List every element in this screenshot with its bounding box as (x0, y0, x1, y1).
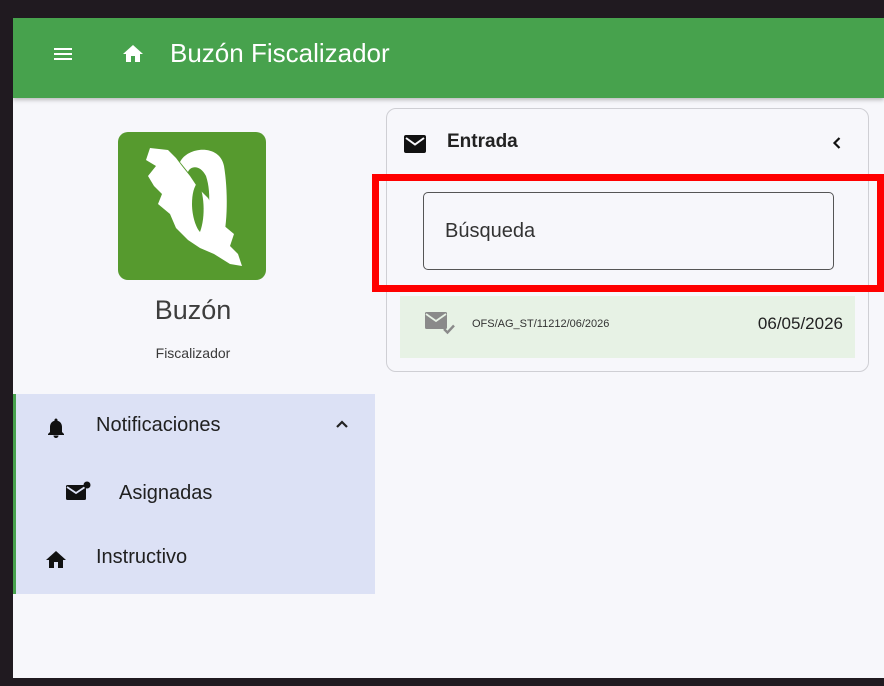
search-input[interactable] (423, 192, 834, 270)
app-window: Buzón Fiscalizador Buzón Fiscalizador No… (13, 18, 884, 678)
brand-name: Buzón (154, 295, 232, 325)
bell-icon (44, 416, 68, 440)
app-bar: Buzón Fiscalizador (13, 18, 884, 98)
inbox-panel: Entrada OFS/AG_ST/11212/06/2026 06/05/20… (372, 108, 884, 372)
sidebar-item-notificaciones[interactable]: Notificaciones (16, 394, 375, 454)
message-date: 06/05/2026 (757, 314, 843, 333)
app-title: Buzón Fiscalizador (170, 38, 390, 68)
chevron-up-icon[interactable] (330, 412, 354, 436)
sidebar-item-label: Instructivo (96, 546, 188, 568)
brand-logo (118, 132, 266, 280)
mail-check-icon (424, 309, 456, 337)
menu-icon[interactable] (51, 42, 75, 66)
panel-title: Entrada (447, 131, 518, 152)
mail-badge-icon (64, 480, 92, 504)
home-icon[interactable] (121, 42, 145, 66)
sidebar-item-label: Asignadas (119, 482, 213, 504)
window-top-bar (0, 0, 884, 18)
sidebar-item-label: Notificaciones (96, 414, 221, 436)
chevron-left-icon[interactable] (827, 133, 847, 153)
sidebar-nav: Notificaciones Asignadas Instructivo (13, 394, 375, 594)
window-bottom-bar (0, 678, 884, 686)
message-row[interactable]: OFS/AG_ST/11212/06/2026 06/05/2026 (400, 296, 855, 358)
home-icon (44, 548, 68, 572)
message-code: OFS/AG_ST/11212/06/2026 (472, 318, 610, 330)
sidebar-item-instructivo[interactable]: Instructivo (16, 528, 375, 588)
mail-icon (404, 135, 426, 153)
brand-subtitle: Fiscalizador (155, 345, 231, 361)
sidebar-item-asignadas[interactable]: Asignadas (16, 462, 375, 522)
